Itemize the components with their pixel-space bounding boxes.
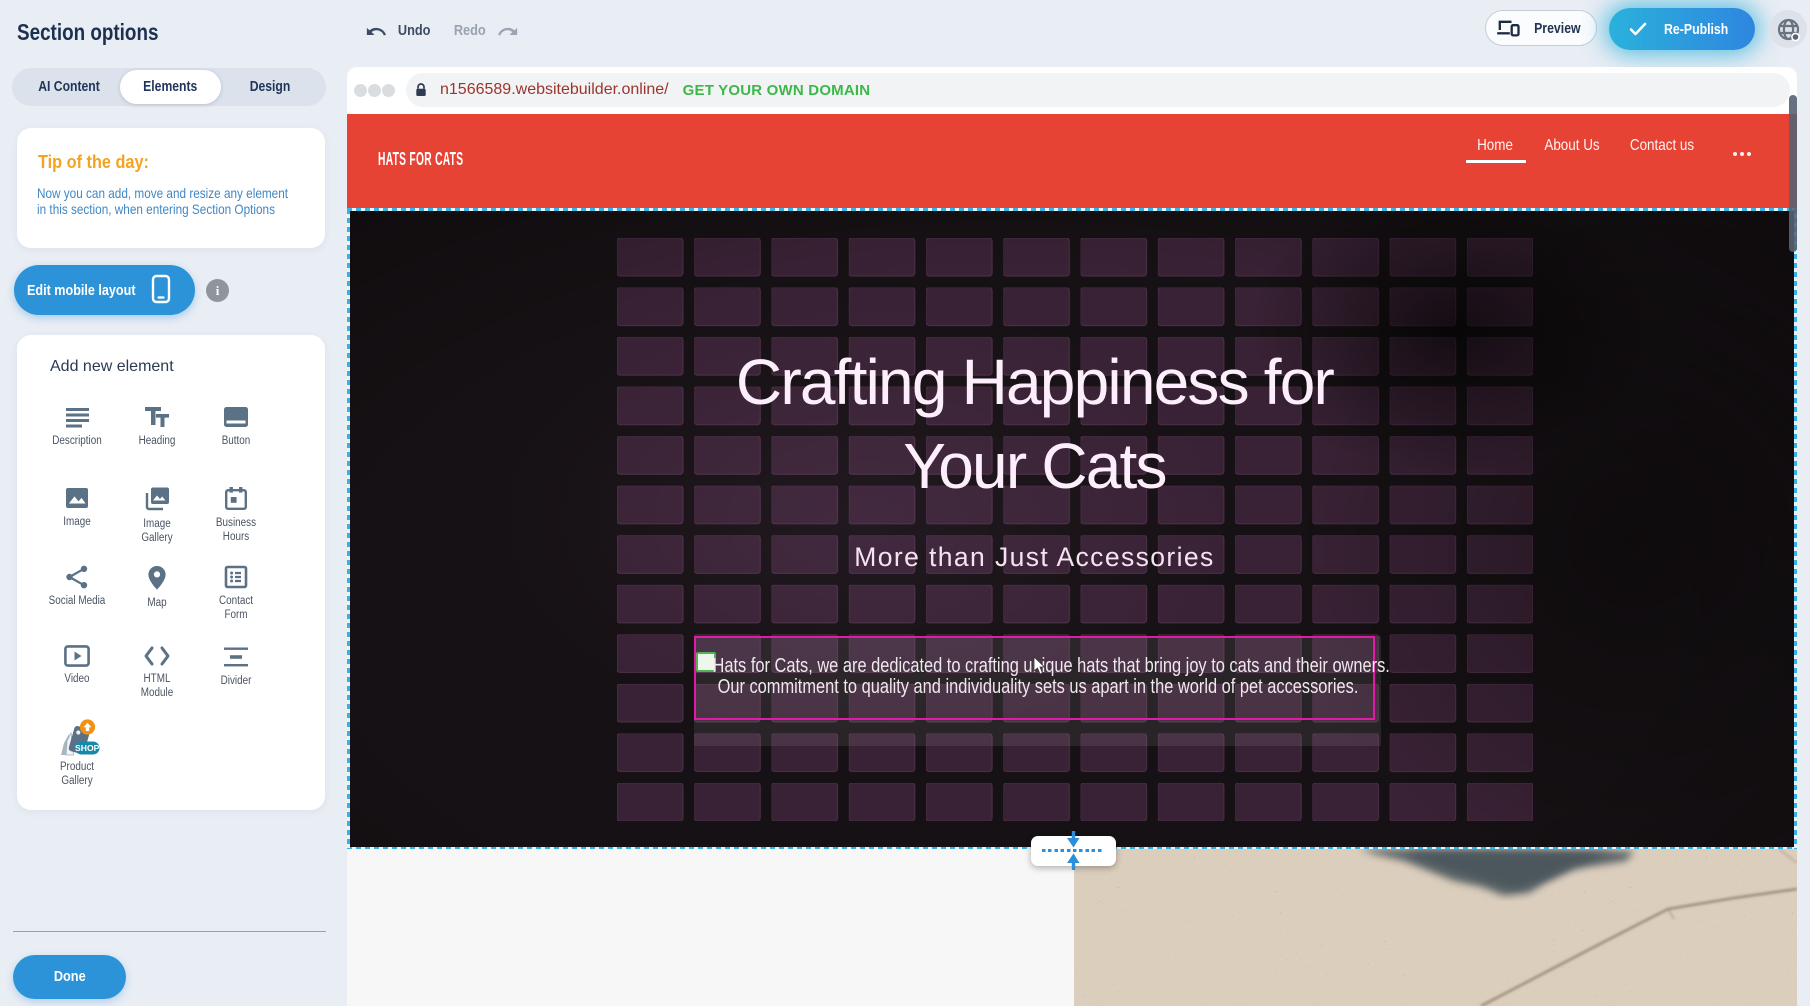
svg-text:SHOP: SHOP xyxy=(75,743,100,753)
